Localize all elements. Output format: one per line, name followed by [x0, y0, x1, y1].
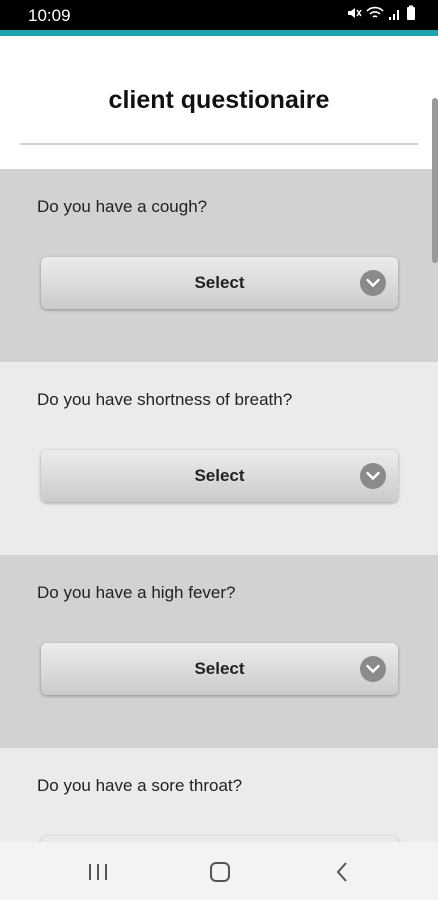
- answer-select[interactable]: Select: [41, 257, 398, 309]
- title-divider: [20, 143, 418, 145]
- mute-icon: [346, 5, 362, 26]
- question-section: Do you have a sore throat?: [0, 748, 438, 888]
- select-value: Select: [194, 273, 245, 292]
- select-value: Select: [194, 659, 245, 678]
- signal-icon: [388, 5, 402, 26]
- status-time: 10:09: [28, 6, 71, 25]
- navigation-bar: [0, 842, 438, 900]
- answer-select[interactable]: Select: [41, 450, 398, 502]
- question-section: Do you have shortness of breath? Select: [0, 362, 438, 555]
- question-section: Do you have a high fever? Select: [0, 555, 438, 748]
- back-icon[interactable]: [322, 858, 362, 886]
- scrollbar[interactable]: [432, 98, 438, 263]
- answer-select[interactable]: Select: [41, 643, 398, 695]
- chevron-down-icon: [360, 270, 386, 296]
- select-value: Select: [194, 466, 245, 485]
- status-icons: [346, 5, 416, 26]
- page-title: client questionaire: [108, 86, 330, 114]
- question-label: Do you have shortness of breath?: [37, 390, 293, 409]
- question-label: Do you have a cough?: [37, 197, 208, 216]
- home-icon[interactable]: [200, 858, 240, 886]
- wifi-icon: [366, 5, 384, 26]
- status-bar: 10:09: [0, 0, 438, 30]
- question-label: Do you have a high fever?: [37, 583, 236, 602]
- recent-apps-icon[interactable]: [78, 858, 118, 886]
- battery-icon: [406, 5, 416, 26]
- chevron-down-icon: [360, 656, 386, 682]
- question-section: Do you have a cough? Select: [0, 169, 438, 362]
- accent-line: [0, 30, 438, 36]
- question-label: Do you have a sore throat?: [37, 776, 243, 795]
- chevron-down-icon: [360, 463, 386, 489]
